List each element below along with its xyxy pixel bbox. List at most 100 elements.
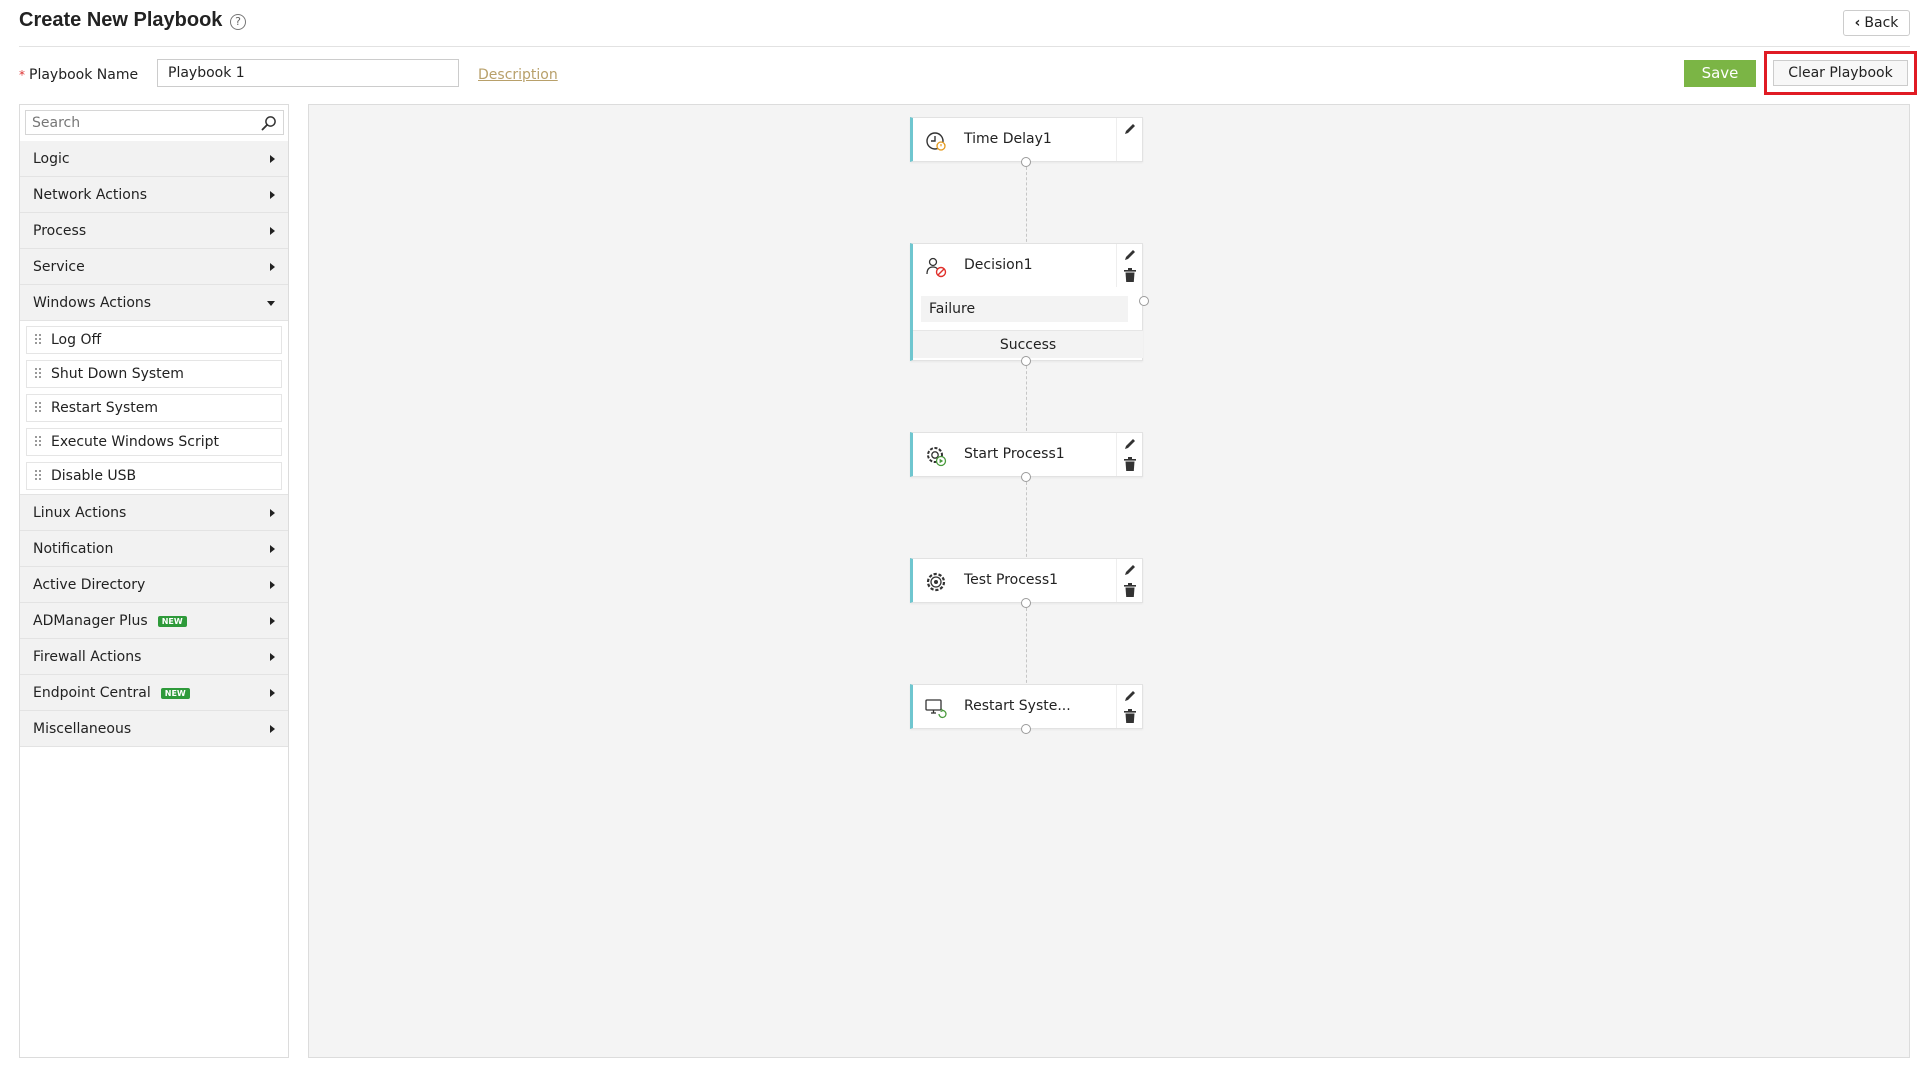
search-input[interactable]: [26, 111, 246, 134]
action-execute-windows-script[interactable]: Execute Windows Script: [26, 428, 282, 456]
category-label: Active Directory: [33, 577, 146, 593]
caret-right-icon: [270, 227, 275, 235]
category-label: Miscellaneous: [33, 721, 132, 737]
node-restart-system[interactable]: Restart Syste...: [910, 684, 1143, 729]
output-port[interactable]: [1021, 472, 1031, 482]
drag-handle-icon[interactable]: [35, 436, 43, 448]
action-label: Disable USB: [51, 468, 137, 484]
save-button[interactable]: Save: [1684, 60, 1756, 87]
action-shut-down-system[interactable]: Shut Down System: [26, 360, 282, 388]
category-label: Logic: [33, 151, 70, 167]
caret-right-icon: [270, 545, 275, 553]
category-label: Service: [33, 259, 85, 275]
playbook-canvas[interactable]: Time Delay1 Decision1 Failure Success St…: [308, 104, 1910, 1058]
output-port[interactable]: [1021, 157, 1031, 167]
action-label: Restart System: [51, 400, 158, 416]
caret-right-icon: [270, 653, 275, 661]
action-log-off[interactable]: Log Off: [26, 326, 282, 354]
playbook-name-input[interactable]: [157, 59, 459, 87]
category-miscellaneous[interactable]: Miscellaneous: [20, 711, 288, 747]
drag-handle-icon[interactable]: [35, 470, 43, 482]
output-port[interactable]: [1021, 598, 1031, 608]
caret-right-icon: [270, 689, 275, 697]
node-test-process[interactable]: Test Process1: [910, 558, 1143, 603]
category-logic[interactable]: Logic: [20, 141, 288, 177]
drag-handle-icon[interactable]: [35, 368, 43, 380]
flow-connector-line: [1023, 167, 1029, 248]
node-label: Restart Syste...: [964, 698, 1071, 714]
trash-icon[interactable]: [1124, 457, 1136, 471]
caret-right-icon: [270, 263, 275, 271]
category-label: Windows Actions: [33, 295, 152, 311]
node-label: Time Delay1: [964, 131, 1052, 147]
back-label: Back: [1864, 15, 1899, 31]
node-actions: [1116, 559, 1142, 602]
caret-right-icon: [270, 725, 275, 733]
search-icon[interactable]: [261, 115, 277, 131]
category-admanager-plus[interactable]: ADManager Plus NEW: [20, 603, 288, 639]
category-windows-actions[interactable]: Windows Actions: [20, 285, 288, 321]
drag-handle-icon[interactable]: [35, 334, 43, 346]
category-linux-actions[interactable]: Linux Actions: [20, 495, 288, 531]
node-label: Decision1: [964, 257, 1033, 273]
action-disable-usb[interactable]: Disable USB: [26, 462, 282, 490]
node-start-process[interactable]: Start Process1: [910, 432, 1143, 477]
flow-connector-line: [1023, 366, 1029, 437]
action-label: Shut Down System: [51, 366, 184, 382]
trash-icon[interactable]: [1124, 583, 1136, 597]
caret-right-icon: [270, 509, 275, 517]
pencil-icon[interactable]: [1123, 437, 1137, 451]
pencil-icon[interactable]: [1123, 689, 1137, 703]
node-actions: [1116, 433, 1142, 476]
category-label: Notification: [33, 541, 114, 557]
gear-icon: [926, 572, 946, 592]
category-endpoint-central[interactable]: Endpoint Central NEW: [20, 675, 288, 711]
node-label: Test Process1: [964, 572, 1059, 588]
node-label: Start Process1: [964, 446, 1065, 462]
clear-playbook-button[interactable]: Clear Playbook: [1773, 60, 1908, 86]
node-decision[interactable]: Decision1 Failure Success: [910, 243, 1143, 361]
category-list: Logic Network Actions Process Service Wi…: [20, 141, 288, 747]
trash-icon[interactable]: [1124, 709, 1136, 723]
back-button[interactable]: ‹ Back: [1843, 10, 1910, 36]
clear-playbook-highlight: Clear Playbook: [1764, 51, 1917, 95]
chevron-left-icon: ‹: [1854, 15, 1861, 31]
caret-right-icon: [270, 191, 275, 199]
header-divider: [19, 46, 1910, 47]
drag-handle-icon[interactable]: [35, 402, 43, 414]
description-link[interactable]: Description: [478, 67, 558, 83]
node-actions: [1116, 118, 1142, 161]
node-actions: [1116, 244, 1142, 287]
pencil-icon[interactable]: [1123, 248, 1137, 262]
playbook-name-label-text: Playbook Name: [29, 67, 139, 83]
decision-icon: [926, 257, 947, 278]
category-label: Endpoint Central: [33, 685, 151, 701]
node-time-delay[interactable]: Time Delay1: [910, 117, 1143, 162]
category-process[interactable]: Process: [20, 213, 288, 249]
help-icon[interactable]: ?: [230, 14, 246, 30]
category-service[interactable]: Service: [20, 249, 288, 285]
required-marker: *: [19, 68, 25, 82]
category-active-directory[interactable]: Active Directory: [20, 567, 288, 603]
category-label: Process: [33, 223, 87, 239]
category-network-actions[interactable]: Network Actions: [20, 177, 288, 213]
category-label: Linux Actions: [33, 505, 127, 521]
caret-right-icon: [270, 155, 275, 163]
category-firewall-actions[interactable]: Firewall Actions: [20, 639, 288, 675]
output-port[interactable]: [1021, 356, 1031, 366]
category-notification[interactable]: Notification: [20, 531, 288, 567]
gear-play-icon: [927, 447, 947, 467]
output-port[interactable]: [1021, 724, 1031, 734]
page-title: Create New Playbook: [19, 9, 223, 31]
trash-icon[interactable]: [1124, 268, 1136, 282]
action-restart-system[interactable]: Restart System: [26, 394, 282, 422]
clock-icon: [926, 132, 946, 151]
pencil-icon[interactable]: [1123, 563, 1137, 577]
pencil-icon[interactable]: [1123, 122, 1137, 136]
action-label: Log Off: [51, 332, 102, 348]
playbook-name-label: * Playbook Name: [19, 67, 138, 83]
new-badge: NEW: [157, 616, 187, 627]
category-label: Network Actions: [33, 187, 148, 203]
failure-branch: Failure: [921, 296, 1128, 322]
failure-port[interactable]: [1139, 296, 1149, 306]
